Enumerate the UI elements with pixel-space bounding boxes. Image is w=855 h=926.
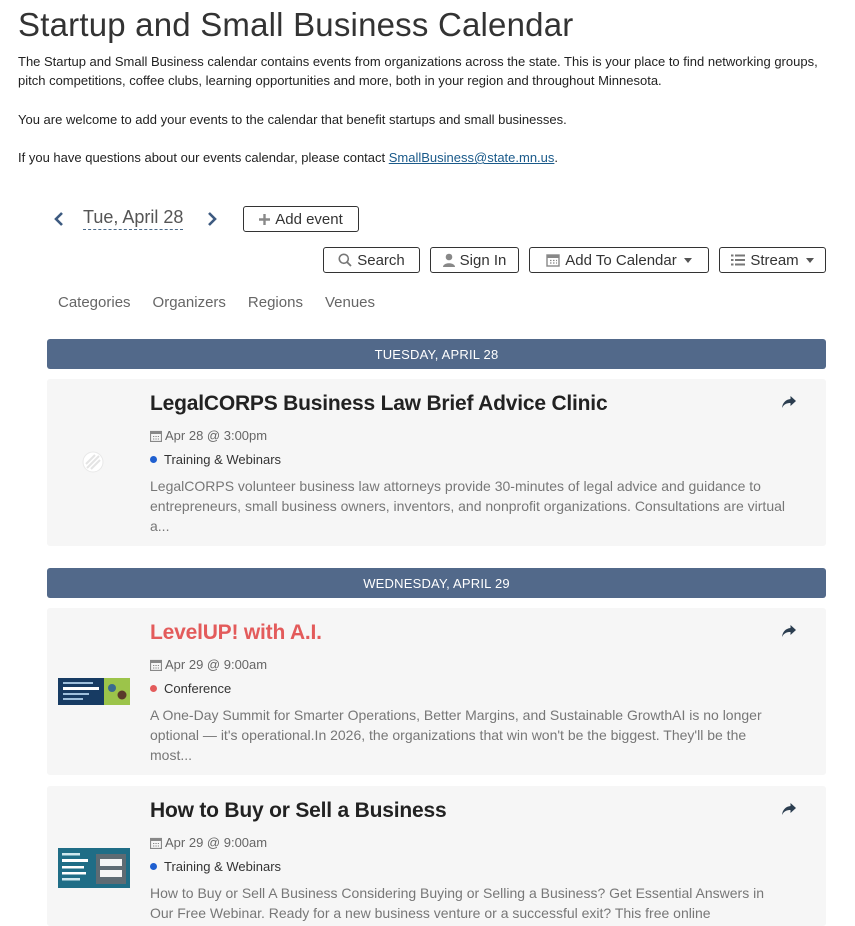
day-header-tuesday: TUESDAY, APRIL 28 (47, 339, 826, 369)
event-description: How to Buy or Sell A Business Considerin… (150, 885, 764, 921)
current-date-picker[interactable]: Tue, April 28 (83, 207, 184, 230)
event-category-text: Conference (164, 681, 232, 696)
list-icon (731, 254, 746, 266)
filter-organizers[interactable]: Organizers (153, 294, 226, 311)
event-description: A One-Day Summit for Smarter Operations,… (150, 707, 762, 763)
search-button[interactable]: Search (323, 247, 420, 273)
user-icon (442, 253, 455, 267)
search-label: Search (357, 251, 405, 269)
search-icon (338, 253, 352, 267)
event-thumbnail[interactable] (58, 848, 130, 888)
event-card[interactable]: How to Buy or Sell a Business Apr 29 @ 9… (47, 786, 826, 926)
contact-email-link[interactable]: SmallBusiness@state.mn.us (389, 150, 555, 165)
filter-venues[interactable]: Venues (325, 294, 375, 311)
intro-paragraph-add-events: You are welcome to add your events to th… (18, 112, 567, 127)
plus-icon (259, 213, 271, 225)
category-dot-icon (150, 685, 157, 692)
add-event-button[interactable]: Add event (243, 206, 359, 232)
intro-paragraph: The Startup and Small Business calendar … (18, 54, 818, 88)
previous-day-button[interactable] (48, 206, 70, 232)
event-date: Apr 28 @ 3:00pm (150, 428, 267, 443)
next-day-button[interactable] (201, 206, 223, 232)
filter-categories[interactable]: Categories (58, 294, 131, 311)
event-category: Conference (150, 681, 231, 696)
filter-regions[interactable]: Regions (248, 294, 303, 311)
chevron-right-icon (208, 212, 217, 226)
sign-in-label: Sign In (459, 251, 507, 269)
category-dot-icon (150, 863, 157, 870)
calendar-icon (150, 659, 162, 671)
caret-down-icon (683, 257, 692, 263)
event-date-text: Apr 28 @ 3:00pm (165, 428, 268, 443)
event-date: Apr 29 @ 9:00am (150, 657, 267, 672)
category-dot-icon (150, 456, 157, 463)
calendar-icon (150, 837, 162, 849)
event-date: Apr 29 @ 9:00am (150, 835, 267, 850)
chevron-left-icon (54, 212, 63, 226)
event-title-link[interactable]: How to Buy or Sell a Business (150, 799, 447, 823)
share-icon[interactable] (782, 396, 796, 408)
share-icon[interactable] (782, 625, 796, 637)
contact-prefix: If you have questions about our events c… (18, 150, 389, 165)
add-to-calendar-button[interactable]: Add To Calendar (529, 247, 709, 273)
calendar-icon (150, 430, 162, 442)
contact-suffix: . (554, 150, 559, 165)
event-card[interactable]: LevelUP! with A.I. Apr 29 @ 9:00am Confe… (47, 608, 826, 775)
sign-in-button[interactable]: Sign In (430, 247, 519, 273)
stream-view-button[interactable]: Stream (719, 247, 826, 273)
caret-down-icon (805, 257, 814, 263)
add-event-label: Add event (275, 210, 343, 228)
event-date-text: Apr 29 @ 9:00am (165, 657, 268, 672)
organizer-logo-icon (82, 451, 104, 473)
add-to-calendar-label: Add To Calendar (565, 251, 677, 269)
event-category: Training & Webinars (150, 859, 281, 874)
event-card[interactable]: LegalCORPS Business Law Brief Advice Cli… (47, 379, 826, 546)
intro-paragraph-contact: If you have questions about our events c… (18, 148, 818, 167)
event-category: Training & Webinars (150, 452, 281, 467)
event-title-link[interactable]: LevelUP! with A.I. (150, 621, 322, 645)
stream-label: Stream (750, 251, 799, 269)
event-category-text: Training & Webinars (164, 452, 282, 467)
event-description: LegalCORPS volunteer business law attorn… (150, 478, 786, 534)
calendar-icon (546, 254, 560, 267)
day-header-wednesday: WEDNESDAY, APRIL 29 (47, 568, 826, 598)
event-title-link[interactable]: LegalCORPS Business Law Brief Advice Cli… (150, 392, 608, 416)
page-title: Startup and Small Business Calendar (18, 6, 574, 43)
event-category-text: Training & Webinars (164, 859, 282, 874)
event-date-text: Apr 29 @ 9:00am (165, 835, 268, 850)
share-icon[interactable] (782, 803, 796, 815)
filter-bar: Categories Organizers Regions Venues (58, 294, 375, 311)
event-thumbnail[interactable] (58, 678, 130, 705)
